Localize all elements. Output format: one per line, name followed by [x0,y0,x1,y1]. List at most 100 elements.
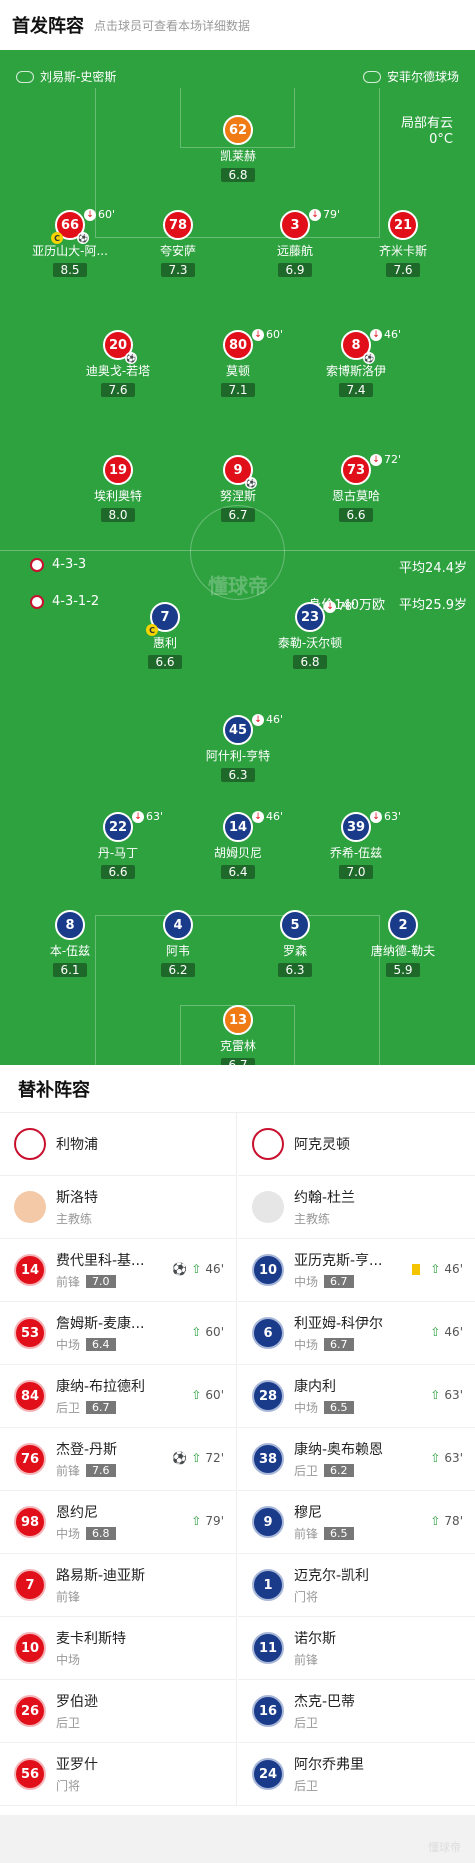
coach-avatar-placeholder-icon [252,1191,284,1223]
player-12[interactable]: 23 ↓ 78' 泰勒-沃尔顿 6.8 [240,600,380,670]
sub-event: ⚽ ⇧ 46' [172,1262,224,1276]
sub-player-name: 康纳-奥布赖恩 [294,1442,384,1458]
sub-player-position: 门将 [294,1590,319,1604]
away-coach[interactable]: 约翰-杜兰 主教练 [238,1176,475,1239]
sub-player-number: 14 [14,1254,46,1286]
footer-watermark: 懂球帝 [428,1841,461,1854]
sub-on-minute: 79' [205,1514,224,1528]
sub-minute: 63' [384,810,402,823]
stadium-icon [362,70,381,83]
sub-player-row[interactable]: 98 恩约尼 中场 6.8 ⇧ 79' [0,1491,236,1554]
player-4[interactable]: 21 齐米卡斯 7.6 [333,210,473,278]
sub-player-name: 康内利 [294,1379,336,1395]
sub-player-position: 后卫 [294,1779,319,1793]
sub-on-icon: ⇧ [430,1325,441,1339]
away-subs-list: 10 亚历克斯-亨... 中场 6.7 ⇧ 46' 6 利亚姆-科伊尔 中场 6.7 ⇧ 46' 28 康… [238,1239,475,1806]
player-name: 凯莱赫 [219,149,256,163]
sub-on-minute: 46' [444,1325,463,1339]
sub-off-marker: ↓ 78' [324,600,355,613]
sub-player-row[interactable]: 10 亚历克斯-亨... 中场 6.7 ⇧ 46' [238,1239,475,1302]
sub-player-row[interactable]: 24 阿尔乔弗里 后卫 [238,1743,475,1806]
sub-player-row[interactable]: 6 利亚姆-科伊尔 中场 6.7 ⇧ 46' [238,1302,475,1365]
home-coach-role: 主教练 [56,1212,93,1226]
sub-event: ⇧ 46' [412,1262,463,1276]
player-number: 23 [295,602,325,632]
player-name: 迪奥戈-若塔 [85,364,151,378]
player-rating: 6.8 [293,655,327,669]
sub-minute: 46' [384,328,402,341]
sub-player-row[interactable]: 14 费代里科-基... 前锋 7.0 ⚽ ⇧ 46' [0,1239,236,1302]
player-13[interactable]: 45 ↓ 46' 阿什利-亨特 6.3 [168,713,308,783]
sub-off-marker: ↓ 72' [370,453,401,466]
stadium: 安菲尔德球场 [362,68,459,85]
home-coach[interactable]: 斯洛特 主教练 [0,1176,236,1239]
goal-ball-icon: ⚽ [77,232,89,244]
sub-off-marker: ↓ 60' [252,328,283,341]
sub-player-row[interactable]: 10 麦卡利斯特 中场 [0,1617,236,1680]
sub-off-marker: ↓ 46' [252,713,283,726]
sub-player-number: 10 [14,1632,46,1664]
sub-player-row[interactable]: 11 诺尔斯 前锋 [238,1617,475,1680]
sub-player-position: 中场 [294,1401,319,1415]
home-coach-name: 斯洛特 [56,1190,98,1206]
sub-player-row[interactable]: 56 亚罗什 门将 [0,1743,236,1806]
sub-player-row[interactable]: 84 康纳-布拉德利 后卫 6.7 ⇧ 60' [0,1365,236,1428]
whistle-icon [16,70,34,83]
player-16[interactable]: 39 ↓ 63' 乔希-伍兹 7.0 [286,810,426,880]
yellow-card-icon [412,1263,421,1275]
sub-player-rating: 6.4 [86,1338,116,1351]
player-rating: 6.4 [221,865,255,879]
sub-off-icon: ↓ [84,208,96,221]
player-number: 19 [103,455,133,485]
player-20[interactable]: 2 唐纳德-勒夫 5.9 [333,910,473,978]
player-rating: 6.6 [339,508,373,522]
sub-player-row[interactable]: 1 迈克尔-凯利 门将 [238,1554,475,1617]
player-name: 泰勒-沃尔顿 [277,636,343,650]
home-formation: 4-3-3 [52,557,87,572]
sub-event: ⇧ 60' [191,1388,224,1402]
sub-off-icon: ↓ [252,713,264,726]
player-7[interactable]: 8 ⚽ ↓ 46' 索博斯洛伊 7.4 [286,328,426,398]
player-number: 13 [223,1005,253,1035]
captain-badge: C [51,232,63,244]
sub-player-row[interactable]: 26 罗伯逊 后卫 [0,1680,236,1743]
sub-on-minute: 63' [444,1451,463,1465]
sub-player-row[interactable]: 28 康内利 中场 6.5 ⇧ 63' [238,1365,475,1428]
home-team-header[interactable]: 利物浦 [0,1113,236,1176]
player-14[interactable]: 22 ↓ 63' 丹-马丁 6.6 [48,810,188,880]
away-coach-name: 约翰-杜兰 [294,1190,356,1206]
player-5[interactable]: 20 ⚽ 迪奥戈-若塔 7.6 [48,330,188,398]
sub-player-number: 56 [14,1758,46,1790]
player-number: 8 ⚽ [341,330,375,364]
sub-player-number: 7 [14,1569,46,1601]
sub-player-position: 中场 [294,1275,319,1289]
sub-player-position: 后卫 [294,1464,319,1478]
player-8[interactable]: 19 埃利奥特 8.0 [48,455,188,523]
accrington-logo-icon [252,1128,284,1160]
sub-off-marker: ↓ 46' [370,328,401,341]
away-team-header[interactable]: 阿克灵顿 [238,1113,475,1176]
sub-player-rating: 6.5 [324,1527,354,1540]
sub-player-row[interactable]: 7 路易斯-迪亚斯 前锋 [0,1554,236,1617]
player-rating: 7.4 [339,383,373,397]
liverpool-crest-icon [30,557,44,572]
player-number: 4 [163,910,193,940]
sub-player-row[interactable]: 16 杰克-巴蒂 后卫 [238,1680,475,1743]
away-team-row: 4-3-1-2 身价140万欧 平均25.9岁 [0,590,475,614]
sub-on-icon: ⇧ [191,1514,202,1528]
player-11[interactable]: 7 C 惠利 6.6 [95,602,235,670]
sub-event: ⇧ 60' [191,1325,224,1339]
home-team-name: 利物浦 [56,1137,98,1153]
sub-player-rating: 7.6 [86,1464,116,1477]
sub-off-icon: ↓ [370,810,382,823]
player-21[interactable]: 13 克雷林 6.7 [168,1005,308,1065]
player-10[interactable]: 73 ↓ 72' 恩古莫哈 6.6 [286,453,426,523]
sub-player-number: 28 [252,1380,284,1412]
player-0[interactable]: 62 凯莱赫 6.8 [168,115,308,183]
goal-ball-icon: ⚽ [172,1262,188,1276]
sub-player-row[interactable]: 9 穆尼 前锋 6.5 ⇧ 78' [238,1491,475,1554]
sub-player-row[interactable]: 76 杰登-丹斯 前锋 7.6 ⚽ ⇧ 72' [0,1428,236,1491]
sub-player-row[interactable]: 38 康纳-奥布赖恩 后卫 6.2 ⇧ 63' [238,1428,475,1491]
sub-player-row[interactable]: 53 詹姆斯-麦康... 中场 6.4 ⇧ 60' [0,1302,236,1365]
sub-player-number: 6 [252,1317,284,1349]
